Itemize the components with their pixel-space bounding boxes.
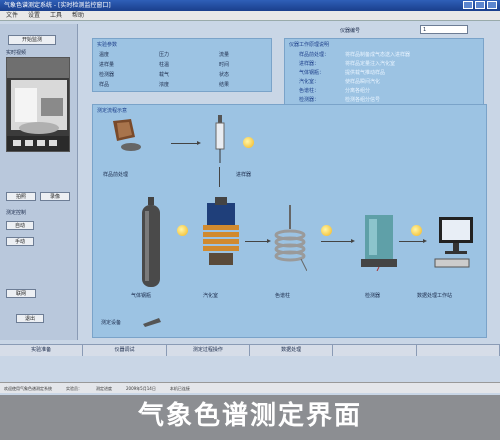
vaporizer-icon bbox=[203, 197, 239, 265]
camera-view bbox=[6, 57, 70, 152]
param-key: 样品 bbox=[99, 82, 110, 88]
detector-label: 检测器 bbox=[365, 293, 381, 299]
auto-mode-button[interactable]: 自动 bbox=[6, 221, 34, 230]
column-status-icon bbox=[321, 225, 332, 236]
sample-prep-icon bbox=[113, 119, 141, 151]
minimize-button[interactable] bbox=[463, 1, 473, 9]
status-text: 实验员： bbox=[66, 386, 82, 391]
tab-empty-5[interactable] bbox=[333, 345, 417, 356]
record-button[interactable]: 录像 bbox=[40, 192, 70, 201]
info-key: 样品前处理： bbox=[299, 52, 330, 58]
instrument-no-field[interactable]: 1 bbox=[420, 25, 468, 34]
param-key: 时间 bbox=[219, 62, 230, 68]
vaporizer-label: 汽化室 bbox=[203, 293, 219, 299]
maximize-button[interactable] bbox=[475, 1, 485, 9]
info-key: 气体钢瓶： bbox=[299, 70, 325, 76]
title-bar: 气象色谱测定系统 - [实时检测监控窗口] bbox=[0, 0, 500, 11]
instrument-no-label: 仪器编号 bbox=[340, 28, 361, 34]
info-title: 仪器工作原理说明 bbox=[289, 42, 330, 48]
menu-help[interactable]: 帮助 bbox=[72, 11, 84, 20]
sample-prep-label: 样品前处理 bbox=[103, 172, 129, 178]
computer-icon bbox=[434, 217, 473, 268]
info-value: 将样品制备成气态送入进样器 bbox=[345, 52, 411, 58]
bottom-tab-bar: 实验准备 仪器调试 测定过程操作 数据处理 bbox=[0, 344, 500, 356]
menu-file[interactable]: 文件 bbox=[6, 11, 18, 20]
info-key: 色谱柱： bbox=[299, 88, 320, 94]
process-panel: 测定流程示意 样品前处理 进样器 气体钢瓶 汽化室 色谱柱 检测器 数据处理工作… bbox=[92, 104, 487, 338]
window-title: 气象色谱测定系统 - [实时检测监控窗口] bbox=[4, 2, 111, 9]
snapshot-button[interactable]: 拍照 bbox=[6, 192, 36, 201]
info-value: 使样品瞬间汽化 bbox=[345, 79, 381, 85]
tab-prep[interactable]: 实验准备 bbox=[0, 345, 84, 356]
param-key: 流量 bbox=[219, 52, 230, 58]
gas-cylinder-icon bbox=[142, 197, 160, 287]
detector-status-icon bbox=[411, 225, 422, 236]
status-text: 本机已连接 bbox=[169, 386, 190, 391]
info-key: 进样器： bbox=[299, 61, 320, 67]
application-window: 气象色谱测定系统 - [实时检测监控窗口] 文件 设置 工具 帮助 开始监测 实… bbox=[0, 0, 500, 395]
flow-arrow-down bbox=[219, 167, 220, 187]
flow-arrow bbox=[321, 239, 355, 243]
camera-label: 实时视频 bbox=[6, 50, 27, 56]
tab-data[interactable]: 数据处理 bbox=[250, 345, 334, 356]
computer-label: 数据处理工作站 bbox=[417, 293, 453, 299]
menu-tools[interactable]: 工具 bbox=[50, 11, 62, 20]
parameters-title: 实验参数 bbox=[97, 42, 118, 48]
injector-icon bbox=[215, 115, 225, 163]
info-value: 分离各组分 bbox=[345, 88, 371, 94]
manual-mode-button[interactable]: 手动 bbox=[6, 237, 34, 246]
param-key: 检测器 bbox=[99, 72, 115, 78]
param-key: 载气 bbox=[159, 72, 170, 78]
exit-button[interactable]: 退出 bbox=[16, 314, 44, 323]
close-button[interactable] bbox=[487, 1, 497, 9]
detector-icon bbox=[361, 215, 397, 271]
lab-instrument-photo bbox=[7, 58, 69, 151]
param-key: 温度 bbox=[99, 52, 110, 58]
cylinder-status-icon bbox=[177, 225, 188, 236]
status-text: 欢迎使用气象色谱测定系统 bbox=[4, 386, 52, 391]
status-text: 测定进度 bbox=[96, 386, 112, 391]
column-coil-icon bbox=[274, 205, 307, 271]
menu-settings[interactable]: 设置 bbox=[28, 11, 40, 20]
injector-label: 进样器 bbox=[236, 172, 252, 178]
param-key: 柱温 bbox=[159, 62, 170, 68]
column-label: 色谱柱 bbox=[275, 293, 291, 299]
param-key: 结果 bbox=[219, 82, 230, 88]
info-value: 将样品定量注入汽化室 bbox=[345, 61, 396, 67]
status-bar: 欢迎使用气象色谱测定系统 实验员： 测定进度 2009年5月14日 本机已连接 bbox=[0, 382, 500, 393]
window-controls bbox=[463, 1, 497, 9]
param-key: 浓度 bbox=[159, 82, 170, 88]
info-value: 提供载气推动样品 bbox=[345, 70, 386, 76]
param-key: 进样量 bbox=[99, 62, 115, 68]
gas-cylinder-label: 气体钢瓶 bbox=[131, 293, 152, 299]
equipment-label: 测定设备 bbox=[101, 320, 122, 326]
injector-status-icon bbox=[243, 137, 254, 148]
param-key: 状态 bbox=[219, 72, 230, 78]
flow-arrow bbox=[245, 239, 271, 243]
param-key: 压力 bbox=[159, 52, 170, 58]
network-button[interactable]: 联网 bbox=[6, 289, 36, 298]
menu-bar: 文件 设置 工具 帮助 bbox=[0, 11, 500, 21]
tab-operation[interactable]: 测定过程操作 bbox=[167, 345, 250, 356]
probe-icon bbox=[143, 318, 161, 327]
left-control-panel: 开始监测 实时视频 拍照 录像 测定控制 自动 手动 联网 退出 bbox=[0, 24, 78, 340]
flow-arrow bbox=[171, 141, 201, 145]
control-section-label: 测定控制 bbox=[6, 210, 27, 216]
tab-debug[interactable]: 仪器调试 bbox=[83, 345, 167, 356]
image-caption: 气象色谱测定界面 bbox=[0, 395, 500, 440]
info-key: 汽化室： bbox=[299, 79, 320, 85]
status-text: 2009年5月14日 bbox=[126, 386, 156, 391]
info-panel: 仪器工作原理说明 样品前处理： 将样品制备成气态送入进样器 进样器： 将样品定量… bbox=[284, 38, 484, 106]
process-title: 测定流程示意 bbox=[97, 108, 128, 114]
tab-empty-6[interactable] bbox=[417, 345, 500, 356]
info-key: 检测器： bbox=[299, 97, 320, 103]
info-value: 检测各组分信号 bbox=[345, 97, 381, 103]
parameters-panel: 实验参数 温度 压力 流量 进样量 柱温 时间 检测器 载气 状态 样品 浓度 … bbox=[92, 38, 272, 92]
start-monitor-button[interactable]: 开始监测 bbox=[8, 35, 56, 45]
flow-arrow bbox=[399, 239, 427, 243]
